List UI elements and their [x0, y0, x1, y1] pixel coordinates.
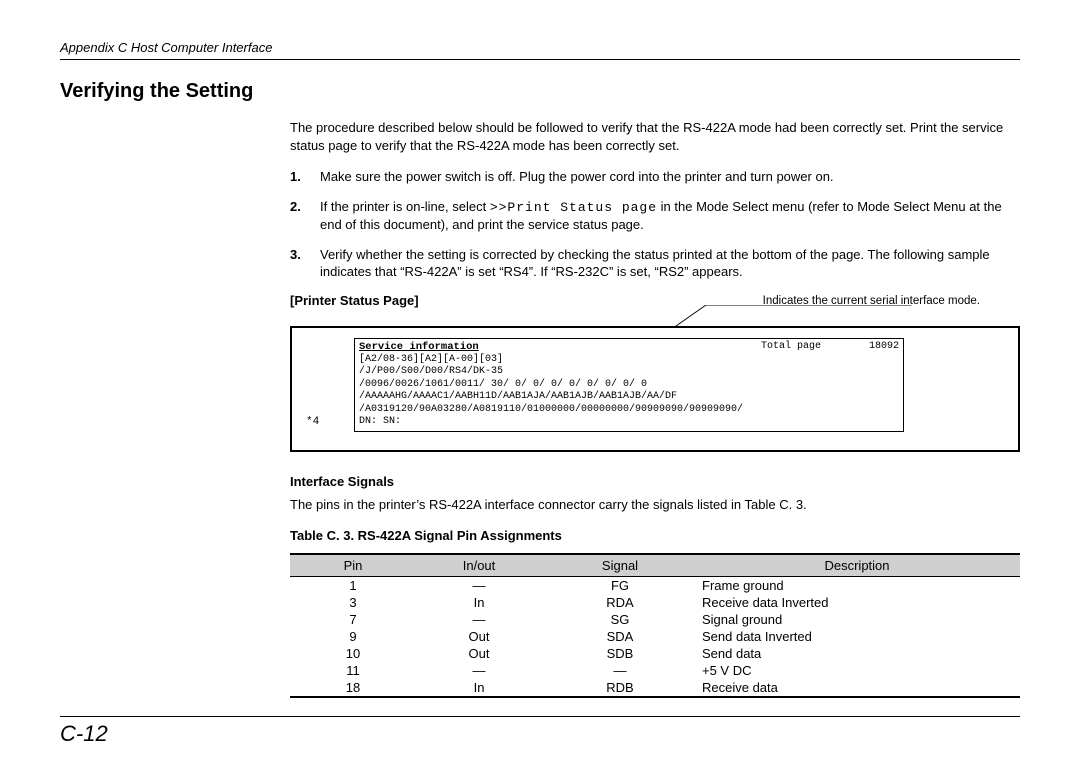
cell-desc: Send data [698, 645, 1020, 662]
cell-desc: Frame ground [698, 576, 1020, 594]
step-3: 3. Verify whether the setting is correct… [290, 246, 1020, 281]
page-header: Appendix C Host Computer Interface [60, 40, 1020, 60]
cell-io: — [416, 576, 542, 594]
cell-io: In [416, 594, 542, 611]
cell-io: — [416, 611, 542, 628]
service-line: /AAAAAHG/AAAAC1/AABH11D/AAB1AJA/AAB1AJB/… [359, 391, 899, 404]
printer-status-block: [Printer Status Page] Indicates the curr… [290, 293, 1020, 452]
cell-desc: +5 V DC [698, 662, 1020, 679]
cell-signal: SDA [542, 628, 698, 645]
cell-signal: SDB [542, 645, 698, 662]
table-row: 9OutSDASend data Inverted [290, 628, 1020, 645]
section-title: Verifying the Setting [60, 80, 1020, 103]
table-header-row: Pin In/out Signal Description [290, 554, 1020, 577]
printer-status-image: *4 Service information Total page 18092 … [290, 326, 1020, 452]
cell-io: In [416, 679, 542, 697]
cell-pin: 11 [290, 662, 416, 679]
col-signal: Signal [542, 554, 698, 577]
total-page: Total page 18092 [761, 341, 899, 354]
cell-desc: Receive data Inverted [698, 594, 1020, 611]
table-row: 7—SGSignal ground [290, 611, 1020, 628]
service-info-box: Service information Total page 18092 [A2… [354, 338, 904, 432]
total-page-label: Total page [761, 341, 821, 352]
table-row: 18InRDBReceive data [290, 679, 1020, 697]
cell-pin: 10 [290, 645, 416, 662]
cell-io: Out [416, 628, 542, 645]
page-number: C-12 [60, 716, 1020, 747]
callout-text: Indicates the current serial interface m… [763, 295, 980, 307]
cell-signal: RDB [542, 679, 698, 697]
cell-signal: SG [542, 611, 698, 628]
table-row: 10OutSDBSend data [290, 645, 1020, 662]
step-text: Make sure the power switch is off. Plug … [320, 168, 1020, 186]
interface-signals-heading: Interface Signals [290, 474, 1020, 489]
cell-pin: 18 [290, 679, 416, 697]
cell-pin: 1 [290, 576, 416, 594]
step-text-before: If the printer is on-line, select [320, 199, 490, 214]
service-info-title: Service information [359, 341, 479, 354]
service-line: /J/P00/S00/D00/RS4/DK-35 [359, 366, 899, 379]
col-io: In/out [416, 554, 542, 577]
table-body: 1—FGFrame ground 3InRDAReceive data Inve… [290, 576, 1020, 697]
signal-table: Pin In/out Signal Description 1—FGFrame … [290, 553, 1020, 698]
steps-list: 1. Make sure the power switch is off. Pl… [290, 168, 1020, 281]
cell-desc: Signal ground [698, 611, 1020, 628]
cell-pin: 9 [290, 628, 416, 645]
interface-signals-text: The pins in the printer’s RS-422A interf… [290, 497, 1020, 512]
table-row: 1—FGFrame ground [290, 576, 1020, 594]
command-text: >>Print Status page [490, 200, 657, 215]
cell-io: Out [416, 645, 542, 662]
step-2: 2. If the printer is on-line, select >>P… [290, 198, 1020, 234]
step-1: 1. Make sure the power switch is off. Pl… [290, 168, 1020, 186]
service-line: /A0319120/90A03280/A0819110/01000000/000… [359, 404, 899, 417]
cell-desc: Receive data [698, 679, 1020, 697]
step-text: If the printer is on-line, select >>Prin… [320, 198, 1020, 234]
cell-signal: RDA [542, 594, 698, 611]
col-desc: Description [698, 554, 1020, 577]
col-pin: Pin [290, 554, 416, 577]
cell-pin: 7 [290, 611, 416, 628]
step-number: 2. [290, 198, 320, 234]
service-line: DN: SN: [359, 416, 899, 429]
step-text: Verify whether the setting is corrected … [320, 246, 1020, 281]
cell-desc: Send data Inverted [698, 628, 1020, 645]
total-page-value: 18092 [869, 341, 899, 352]
intro-paragraph: The procedure described below should be … [290, 119, 1020, 154]
footnote-star: *4 [306, 416, 319, 428]
step-number: 1. [290, 168, 320, 186]
cell-pin: 3 [290, 594, 416, 611]
service-line: [A2/08-36][A2][A-00][03] [359, 354, 899, 367]
cell-io: — [416, 662, 542, 679]
table-row: 3InRDAReceive data Inverted [290, 594, 1020, 611]
content-body: The procedure described below should be … [290, 119, 1020, 698]
cell-signal: — [542, 662, 698, 679]
step-number: 3. [290, 246, 320, 281]
service-line: /0096/0026/1061/0011/ 30/ 0/ 0/ 0/ 0/ 0/… [359, 379, 899, 392]
table-title: Table C. 3. RS-422A Signal Pin Assignmen… [290, 528, 1020, 543]
printer-status-label: [Printer Status Page] [290, 293, 419, 308]
table-row: 11——+5 V DC [290, 662, 1020, 679]
cell-signal: FG [542, 576, 698, 594]
